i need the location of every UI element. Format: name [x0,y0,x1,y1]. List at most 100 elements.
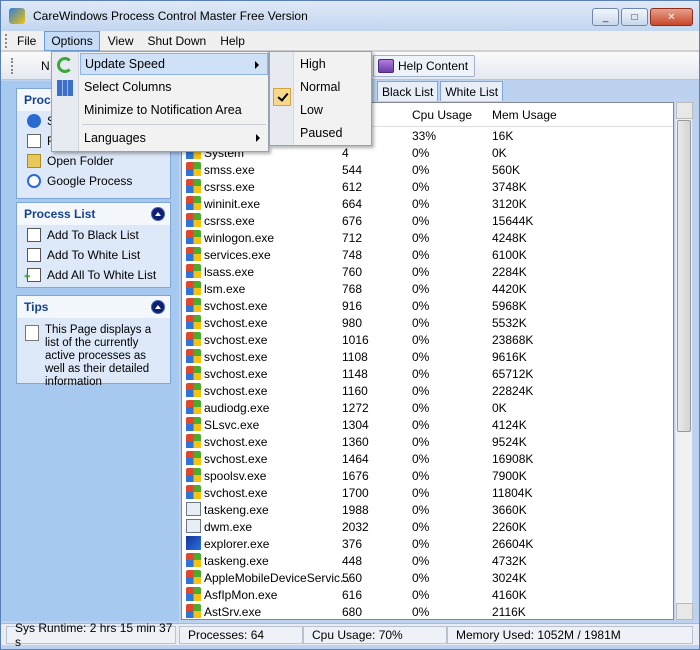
languages-label: Languages [84,131,146,145]
app-window: CareWindows Process Control Master Free … [0,0,700,650]
table-row[interactable]: svchost.exe 980 0% 5532K [182,314,673,331]
cell-pid: 1016 [342,333,369,347]
menu-shut-down[interactable]: Shut Down [142,32,213,50]
collapse-chevron-icon[interactable] [151,207,165,221]
windows-icon [186,451,201,465]
info-icon [27,114,41,128]
cell-pid: 1160 [342,384,368,398]
submenu-arrow-icon [256,134,260,142]
speed-paused[interactable]: Paused [294,122,371,144]
cell-cpu: 0% [412,469,430,483]
cell-mem: 23868K [492,333,534,347]
title-bar: CareWindows Process Control Master Free … [1,1,699,31]
speed-normal[interactable]: Normal [294,76,371,98]
table-row[interactable]: csrss.exe 676 0% 15644K [182,212,673,229]
menu-file[interactable]: File [11,32,42,50]
open-folder-link[interactable]: Open Folder [17,151,170,171]
menu-item-minimize-to-tray[interactable]: Minimize to Notification Area [80,99,268,121]
cell-cpu: 0% [412,299,430,313]
table-row[interactable]: svchost.exe 1016 0% 23868K [182,331,673,348]
table-row[interactable]: services.exe 748 0% 6100K [182,246,673,263]
tab-white-list[interactable]: White List [440,81,504,101]
table-row[interactable]: AppleMobileDeviceServic... 560 0% 3024K [182,569,673,586]
status-memory: Memory Used: 1052M / 1981M [447,626,693,644]
cell-cpu: 0% [412,554,430,568]
cell-cpu: 0% [412,418,430,432]
cell-mem: 6100K [492,248,527,262]
vertical-scrollbar[interactable] [675,102,693,620]
cell-mem: 2260K [492,520,527,534]
scroll-down-arrow-icon[interactable] [676,603,693,620]
cell-process-name: lsass.exe [204,265,255,279]
google-process-label: Google Process [47,174,133,188]
table-row[interactable]: explorer.exe 376 0% 26604K [182,535,673,552]
add-to-white-list-link[interactable]: Add To White List [17,245,170,265]
tab-black-list[interactable]: Black List [377,81,439,101]
cell-process-name: svchost.exe [204,384,268,398]
cell-process-name: svchost.exe [204,367,268,381]
minimize-button[interactable]: _ [592,8,619,26]
app-icon [186,502,201,516]
cell-cpu: 0% [412,503,430,517]
table-row[interactable]: dwm.exe 2032 0% 2260K [182,518,673,535]
cell-pid: 1108 [342,350,368,364]
cell-cpu: 0% [412,180,430,194]
table-row[interactable]: svchost.exe 1464 0% 16908K [182,450,673,467]
menu-options[interactable]: Options [44,30,100,51]
table-row[interactable]: svchost.exe 1148 0% 65712K [182,365,673,382]
menu-item-languages[interactable]: Languages [80,127,268,149]
table-row[interactable]: csrss.exe 612 0% 3748K [182,178,673,195]
process-list-panel-title: Process List [17,203,170,225]
status-runtime: Sys Runtime: 2 hrs 15 min 37 s [6,621,176,649]
table-row[interactable]: audiodg.exe 1272 0% 0K [182,399,673,416]
table-row[interactable]: svchost.exe 1360 0% 9524K [182,433,673,450]
table-row[interactable]: wininit.exe 664 0% 3120K [182,195,673,212]
black-list-icon [27,228,41,242]
speed-low[interactable]: Low [294,99,371,121]
cell-cpu: 0% [412,163,430,177]
column-cpu-usage[interactable]: Cpu Usage [412,108,472,122]
help-content-button[interactable]: Help Content [373,55,476,77]
table-row[interactable]: lsass.exe 760 0% 2284K [182,263,673,280]
table-row[interactable]: svchost.exe 1700 0% 11804K [182,484,673,501]
table-row[interactable]: winlogon.exe 712 0% 4248K [182,229,673,246]
cell-pid: 1676 [342,469,369,483]
table-row[interactable]: AsfIpMon.exe 616 0% 4160K [182,586,673,603]
table-row[interactable]: spoolsv.exe 1676 0% 7900K [182,467,673,484]
toolbar-first-button[interactable]: N [41,59,50,73]
menu-item-update-speed[interactable]: Update Speed [80,53,268,75]
add-all-to-white-list-link[interactable]: Add All To White List [17,265,170,285]
table-row[interactable]: SLsvc.exe 1304 0% 4124K [182,416,673,433]
column-mem-usage[interactable]: Mem Usage [492,108,557,122]
google-process-link[interactable]: Google Process [17,171,170,191]
tips-text: This Page displays a list of the current… [45,324,152,388]
table-row[interactable]: svchost.exe 1108 0% 9616K [182,348,673,365]
table-row[interactable]: smss.exe 544 0% 560K [182,161,673,178]
table-row[interactable]: AstSrv.exe 680 0% 2116K [182,603,673,619]
menu-help[interactable]: Help [214,32,251,50]
cell-pid: 980 [342,316,363,330]
close-button[interactable]: ✕ [650,8,693,26]
windows-icon [186,298,201,312]
scroll-up-arrow-icon[interactable] [676,102,693,119]
cell-pid: 560 [342,571,363,585]
maximize-button[interactable]: □ [621,8,648,26]
scroll-thumb[interactable] [677,120,691,432]
menu-item-select-columns[interactable]: Select Columns [80,76,268,98]
windows-icon [186,434,201,448]
windows-icon [186,587,201,601]
table-row[interactable]: taskeng.exe 1988 0% 3660K [182,501,673,518]
table-row[interactable]: lsm.exe 768 0% 4420K [182,280,673,297]
cell-pid: 612 [342,180,363,194]
update-speed-submenu: High Normal Low Paused [269,51,372,146]
table-row[interactable]: taskeng.exe 448 0% 4732K [182,552,673,569]
table-row[interactable]: svchost.exe 916 0% 5968K [182,297,673,314]
cell-process-name: wininit.exe [204,197,261,211]
menu-view[interactable]: View [102,32,140,50]
cell-process-name: winlogon.exe [204,231,275,245]
collapse-chevron-icon[interactable] [151,300,165,314]
window-title: CareWindows Process Control Master Free … [33,9,308,23]
table-row[interactable]: svchost.exe 1160 0% 22824K [182,382,673,399]
add-to-black-list-link[interactable]: Add To Black List [17,225,170,245]
speed-high[interactable]: High [294,53,371,75]
